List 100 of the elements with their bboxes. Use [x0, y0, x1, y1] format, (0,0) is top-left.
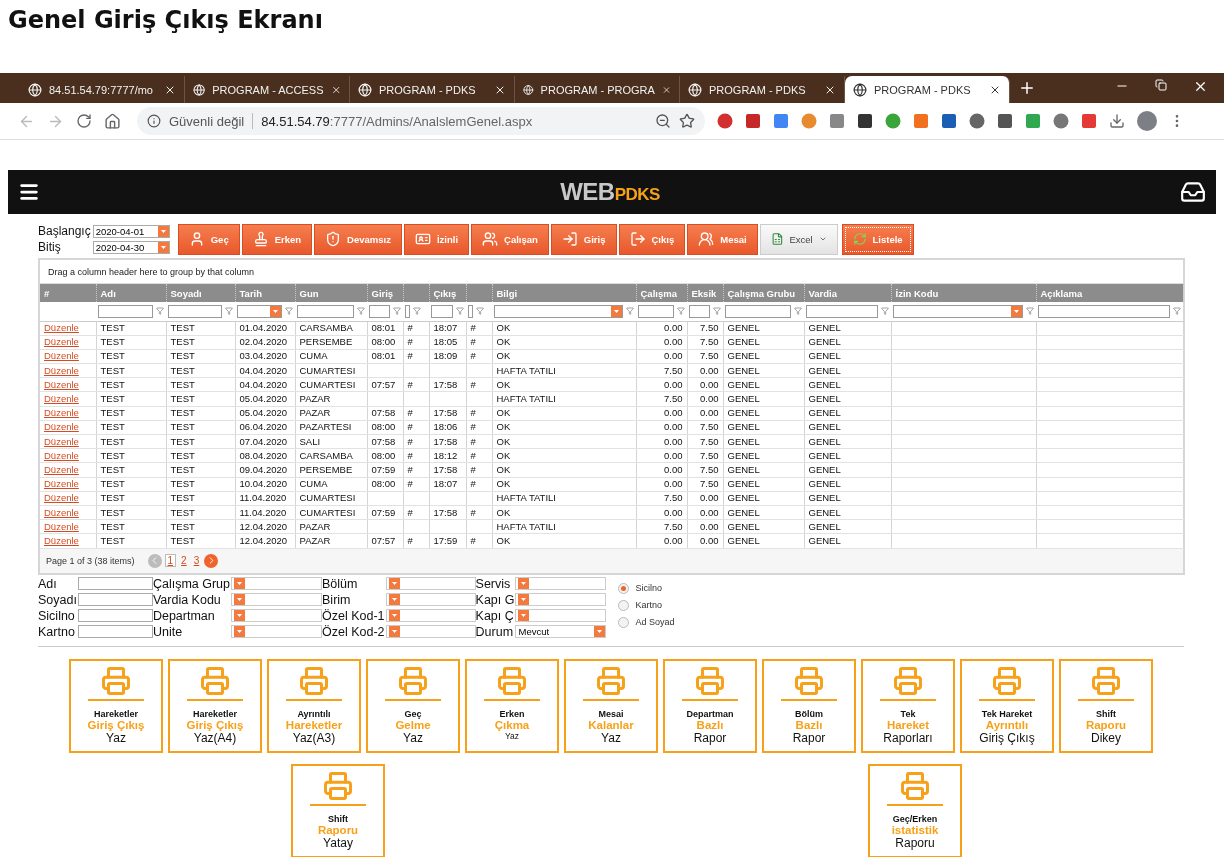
- report-tile[interactable]: Departman Bazlı Rapor: [663, 658, 757, 753]
- edit-link[interactable]: Düzenle: [44, 322, 79, 334]
- filter-input[interactable]: [638, 304, 674, 318]
- filter-icon[interactable]: [285, 307, 293, 316]
- edit-link[interactable]: Düzenle: [44, 435, 79, 447]
- action-button[interactable]: Erken: [241, 223, 313, 255]
- report-tile[interactable]: Shift Raporu Yatay: [291, 763, 385, 857]
- column-header[interactable]: İzin Kodu: [891, 284, 1036, 302]
- filter-checkbox[interactable]: [468, 304, 473, 318]
- report-tile[interactable]: Geç Gelme Yaz: [366, 658, 460, 753]
- zoom-icon[interactable]: [655, 113, 671, 129]
- edit-link[interactable]: Düzenle: [44, 449, 79, 461]
- filter-input[interactable]: [168, 304, 222, 318]
- filter-icon[interactable]: [456, 307, 464, 316]
- browser-tab[interactable]: PROGRAM - PDKS: [845, 76, 1010, 103]
- filter-icon[interactable]: [357, 307, 365, 316]
- edit-link[interactable]: Düzenle: [44, 336, 79, 348]
- restore-icon[interactable]: [1155, 79, 1167, 91]
- filter-icon[interactable]: [881, 307, 889, 316]
- report-tile[interactable]: Hareketler Giriş Çıkış Yaz(A4): [168, 658, 262, 753]
- extension-icon[interactable]: [941, 113, 957, 129]
- extension-icon[interactable]: [969, 113, 985, 129]
- extension-icon[interactable]: [997, 113, 1013, 129]
- filter-icon[interactable]: [1026, 307, 1034, 316]
- select-field[interactable]: [385, 625, 476, 638]
- column-header[interactable]: Açıklama: [1036, 284, 1183, 302]
- radio-icon[interactable]: [618, 616, 630, 628]
- column-header[interactable]: Adı: [96, 284, 166, 302]
- column-header[interactable]: Bilgi: [492, 284, 636, 302]
- page-link[interactable]: 3: [191, 555, 202, 566]
- filter-icon[interactable]: [225, 307, 233, 316]
- edit-link[interactable]: Düzenle: [44, 534, 79, 546]
- page-link[interactable]: 1: [164, 554, 177, 567]
- filter-input[interactable]: [689, 304, 710, 318]
- action-button[interactable]: Çıkış: [618, 223, 686, 255]
- browser-tab[interactable]: PROGRAM - PDKS: [350, 76, 515, 103]
- inbox-icon[interactable]: [1180, 179, 1206, 205]
- radio-icon[interactable]: [618, 582, 630, 594]
- extension-icon[interactable]: [745, 113, 761, 129]
- filter-input[interactable]: [297, 304, 354, 318]
- filter-input[interactable]: [806, 304, 878, 318]
- filter-icon[interactable]: [393, 307, 401, 316]
- report-tile[interactable]: Erken Çıkma Yaz: [465, 658, 559, 753]
- action-button[interactable]: Devamsız: [314, 223, 402, 255]
- action-button[interactable]: Giriş: [550, 223, 617, 255]
- edit-link[interactable]: Düzenle: [44, 478, 79, 490]
- close-icon[interactable]: [1193, 79, 1208, 94]
- select-field[interactable]: Mevcut: [515, 625, 607, 638]
- column-header[interactable]: Çalışma: [636, 284, 687, 302]
- filter-icon[interactable]: [413, 307, 421, 316]
- report-tile[interactable]: Mesai Kalanlar Yaz: [564, 658, 658, 753]
- edit-link[interactable]: Düzenle: [44, 364, 79, 376]
- action-button[interactable]: Geç: [177, 223, 240, 255]
- filter-icon[interactable]: [1173, 307, 1181, 316]
- text-field[interactable]: [77, 593, 153, 606]
- column-header[interactable]: Gun: [295, 284, 367, 302]
- date-field[interactable]: 2020-04-01: [92, 224, 170, 238]
- new-tab-icon[interactable]: [1018, 79, 1036, 97]
- edit-link[interactable]: Düzenle: [44, 393, 79, 405]
- edit-link[interactable]: Düzenle: [44, 350, 79, 362]
- filter-input[interactable]: [369, 304, 390, 318]
- edit-link[interactable]: Düzenle: [44, 421, 79, 433]
- column-header[interactable]: Çalışma Grubu: [723, 284, 804, 302]
- column-header[interactable]: Eksik: [687, 284, 723, 302]
- filter-icon[interactable]: [626, 307, 634, 316]
- radio-icon[interactable]: [618, 599, 630, 611]
- select-field[interactable]: [385, 593, 476, 606]
- edit-link[interactable]: Düzenle: [44, 463, 79, 475]
- select-field[interactable]: [515, 593, 607, 606]
- radio-option[interactable]: Sicilno: [618, 582, 675, 594]
- filter-input[interactable]: [431, 304, 453, 318]
- address-bar[interactable]: Güvenli değil 84.51.54.79:7777/Admins/AnalslemGenel.aspx: [137, 107, 705, 135]
- report-tile[interactable]: Bölüm Bazlı Rapor: [762, 658, 856, 753]
- edit-link[interactable]: Düzenle: [44, 506, 79, 518]
- filter-dropdown[interactable]: [237, 304, 282, 318]
- browser-tab[interactable]: PROGRAM - ACCESS: [185, 76, 350, 103]
- column-header[interactable]: Çıkış: [429, 284, 466, 302]
- radio-option[interactable]: Kartno: [618, 599, 675, 611]
- select-field[interactable]: [231, 593, 323, 606]
- select-field[interactable]: [231, 609, 323, 622]
- report-tile[interactable]: Tek Hareket Ayrıntılı Giriş Çıkış: [960, 658, 1054, 753]
- report-tile[interactable]: Tek Hareket Raporları: [861, 658, 955, 753]
- action-button[interactable]: Mesai: [687, 223, 758, 255]
- filter-icon[interactable]: [713, 307, 721, 316]
- column-header[interactable]: Vardia: [804, 284, 891, 302]
- report-tile[interactable]: Shift Raporu Dikey: [1059, 658, 1153, 753]
- menu-icon[interactable]: [18, 181, 40, 203]
- filter-icon[interactable]: [476, 307, 484, 316]
- filter-icon[interactable]: [794, 307, 802, 316]
- column-header[interactable]: Tarih: [235, 284, 295, 302]
- avatar-icon[interactable]: [1137, 111, 1157, 131]
- filter-icon[interactable]: [156, 307, 164, 316]
- edit-link[interactable]: Düzenle: [44, 407, 79, 419]
- text-field[interactable]: [77, 577, 153, 590]
- reload-icon[interactable]: [76, 113, 92, 129]
- filter-dropdown[interactable]: [494, 304, 623, 318]
- edit-link[interactable]: Düzenle: [44, 378, 79, 390]
- filter-input[interactable]: [1038, 304, 1170, 318]
- next-page-button[interactable]: [204, 553, 219, 568]
- column-header[interactable]: Soyadı: [166, 284, 235, 302]
